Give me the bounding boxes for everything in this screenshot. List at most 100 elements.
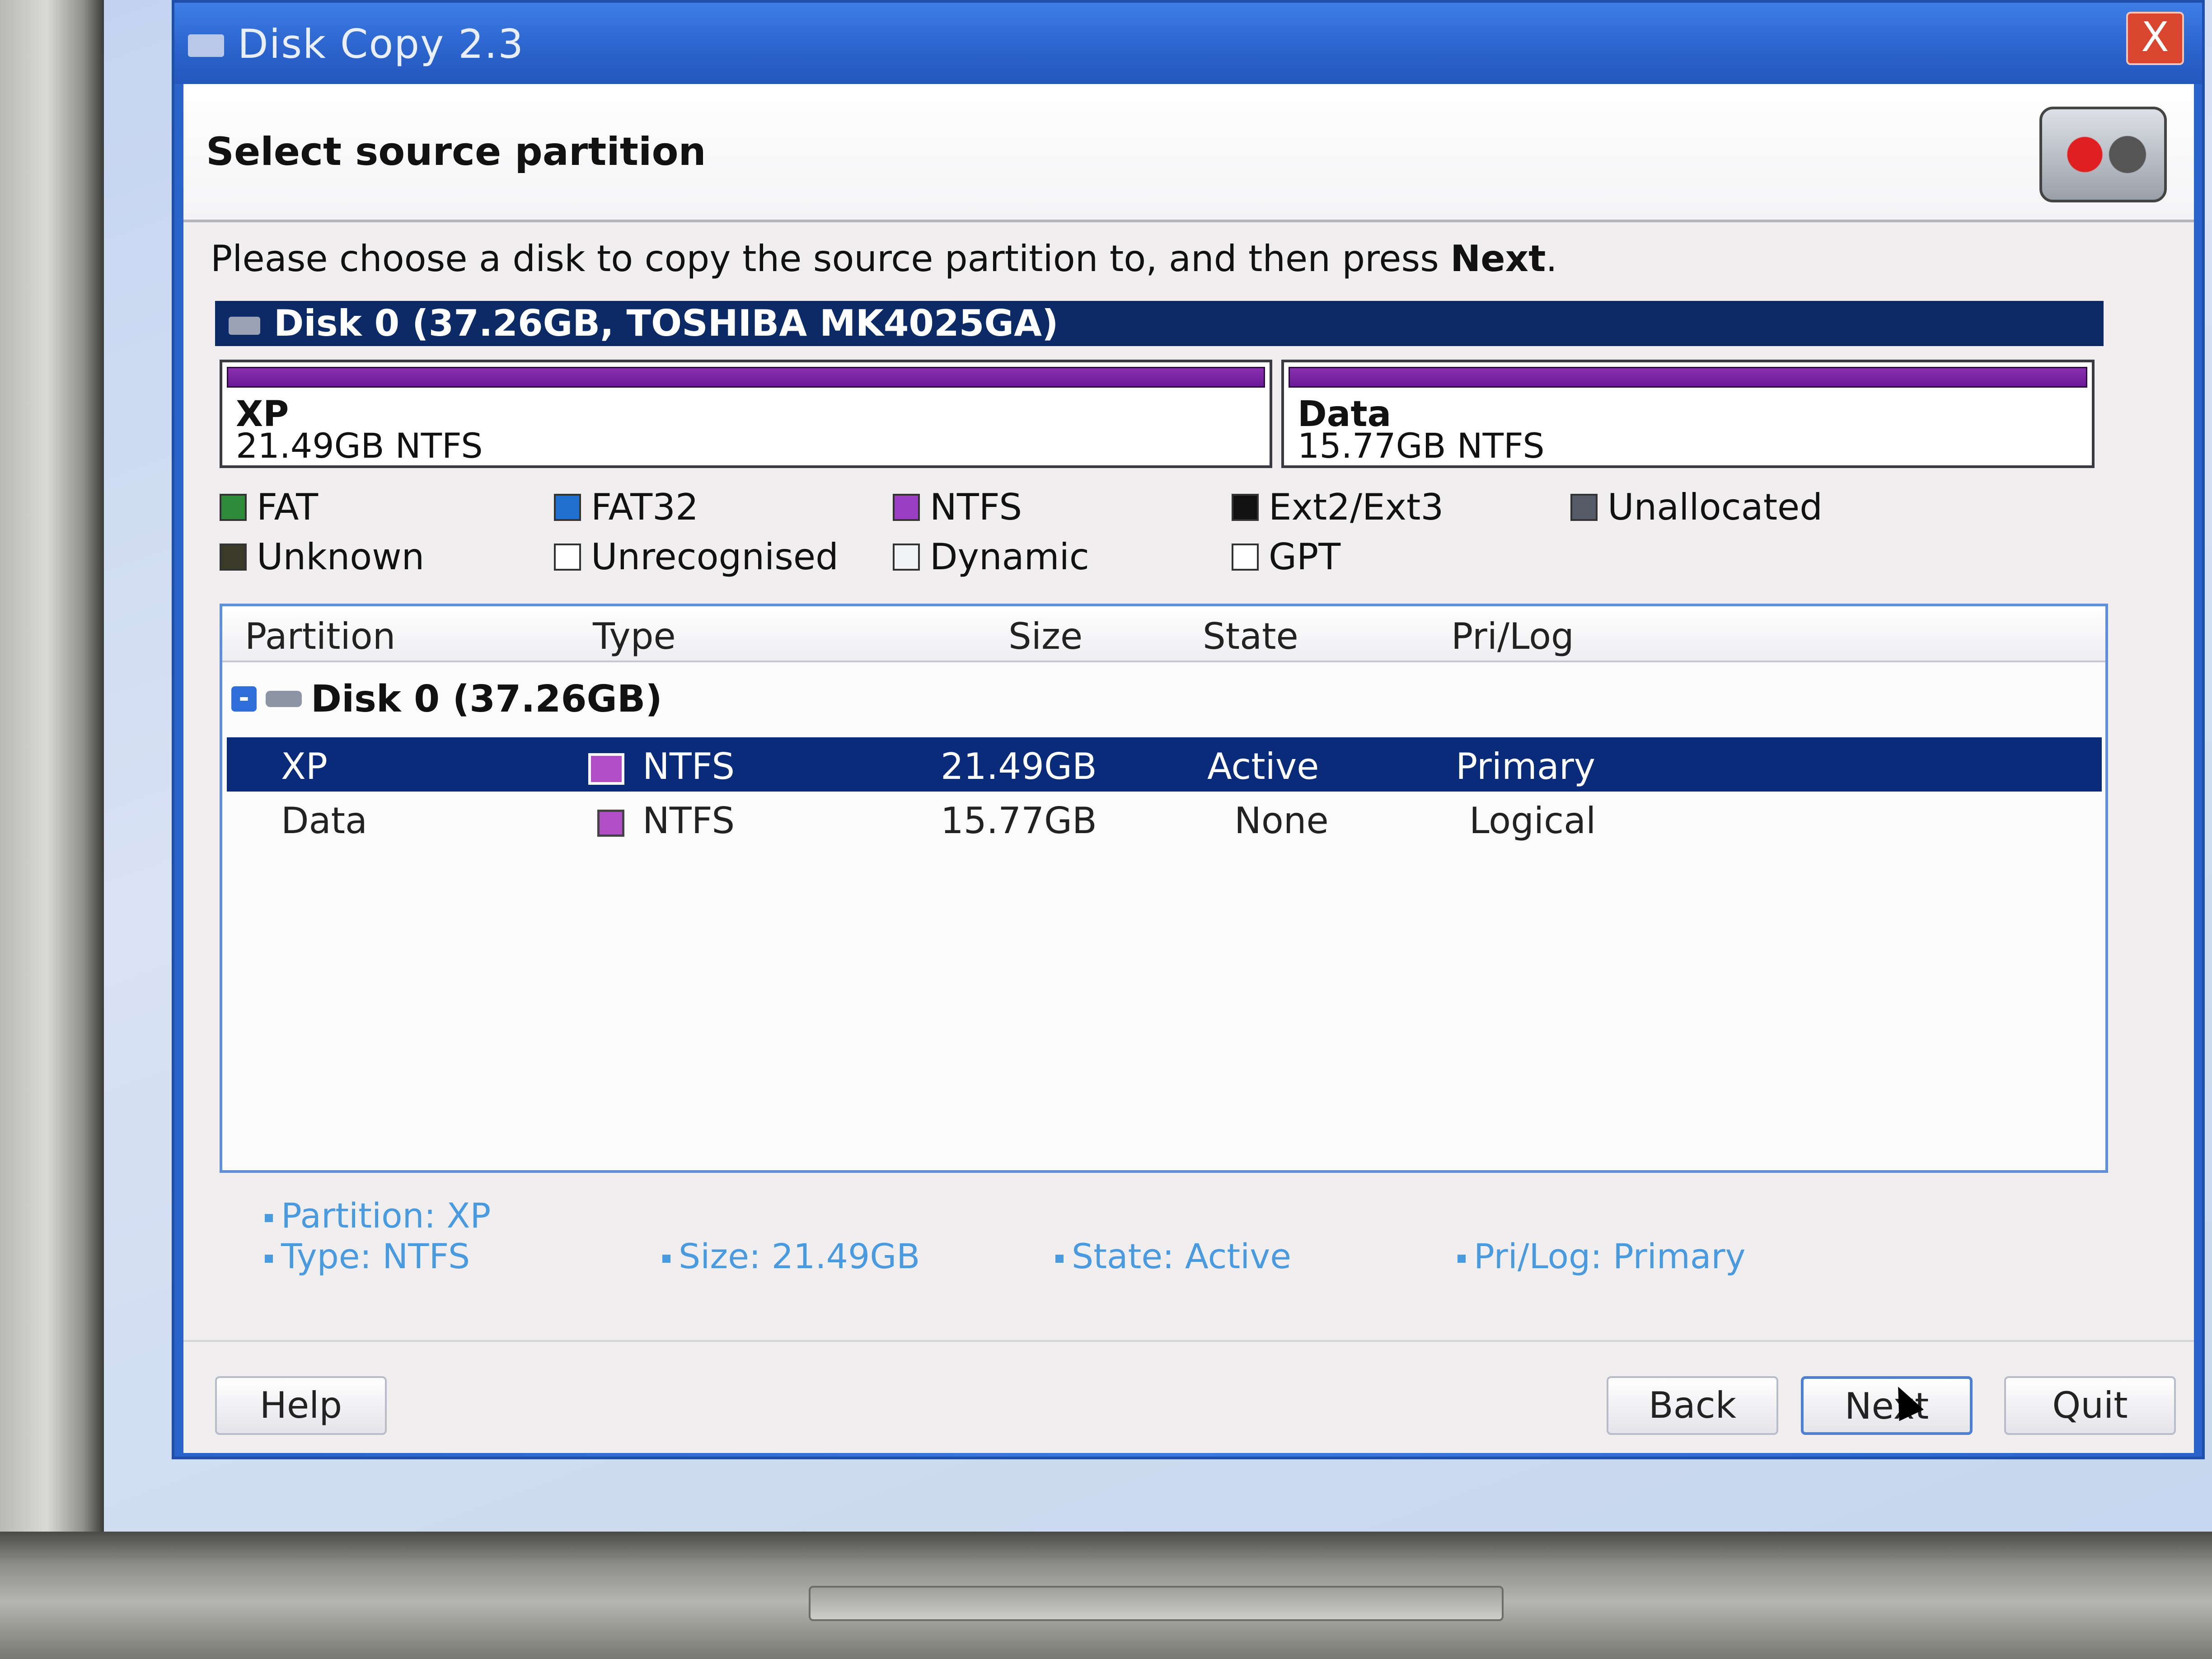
ntfs-swatch-icon — [893, 493, 920, 521]
table-row[interactable]: Data NTFS 15.77GB None Logical — [227, 792, 2102, 846]
legend-unknown: Unknown — [220, 536, 424, 578]
quit-button[interactable]: Quit — [2004, 1376, 2176, 1435]
legend-fat32: FAT32 — [554, 486, 698, 528]
legend-label: Unrecognised — [591, 536, 839, 578]
table-row[interactable]: XP NTFS 21.49GB Active Primary — [227, 737, 2102, 792]
instruction-prefix: Please choose a disk to copy the source … — [211, 238, 1451, 280]
ntfs-swatch-icon — [588, 753, 624, 785]
bullet-icon — [1457, 1255, 1466, 1263]
instruction-text: Please choose a disk to copy the source … — [211, 238, 1557, 280]
cell-size: 15.77GB — [941, 800, 1097, 842]
legend-label: FAT32 — [591, 486, 698, 528]
fat32-swatch-icon — [554, 493, 581, 521]
close-button[interactable]: X — [2126, 12, 2184, 65]
back-button[interactable]: Back — [1607, 1376, 1778, 1435]
column-header-prilog[interactable]: Pri/Log — [1451, 615, 1574, 657]
cell-prilog: Logical — [1469, 800, 1596, 842]
cell-state: Active — [1207, 745, 1319, 787]
gpt-swatch-icon — [1232, 543, 1259, 571]
dialog-content: Select source partition Please choose a … — [183, 84, 2194, 1453]
unknown-swatch-icon — [220, 543, 247, 571]
detail-prilog: Pri/Log: Primary — [1457, 1236, 1746, 1276]
column-header-partition[interactable]: Partition — [245, 615, 395, 657]
disk-label: Disk 0 (37.26GB, TOSHIBA MK4025GA) — [274, 302, 1059, 344]
partition-block-detail: 15.77GB NTFS — [1298, 426, 1545, 466]
detail-state: State: Active — [1055, 1236, 1291, 1276]
cell-type: NTFS — [597, 800, 735, 842]
filesystem-legend: FAT FAT32 NTFS Ext2/Ext3 Unallocated Unk… — [220, 486, 2117, 590]
legend-label: NTFS — [930, 486, 1022, 528]
partition-block-detail: 21.49GB NTFS — [236, 426, 483, 466]
ntfs-stripe — [1289, 367, 2087, 388]
disk-tree-node[interactable]: - Disk 0 (37.26GB) — [231, 674, 2093, 724]
ext-swatch-icon — [1232, 493, 1259, 521]
legend-fat: FAT — [220, 486, 318, 528]
detail-label: Partition: XP — [281, 1195, 491, 1236]
title-bar[interactable]: Disk Copy 2.3 X — [174, 3, 2202, 84]
fat-swatch-icon — [220, 493, 247, 521]
detail-type: Type: NTFS — [265, 1236, 470, 1276]
collapse-icon[interactable]: - — [231, 685, 257, 712]
partition-map: XP 21.49GB NTFS Data 15.77GB NTFS — [220, 360, 2104, 473]
legend-label: Dynamic — [930, 536, 1089, 578]
ntfs-stripe — [227, 367, 1265, 388]
hard-drive-icon — [266, 691, 302, 707]
cell-partition: XP — [281, 745, 328, 787]
laptop-hinge — [809, 1586, 1504, 1621]
legend-label: Unknown — [257, 536, 425, 578]
partition-details: Partition: XP Type: NTFS Size: 21.49GB S… — [265, 1195, 2072, 1286]
column-header-size[interactable]: Size — [1008, 615, 1083, 657]
legend-dynamic: Dynamic — [893, 536, 1089, 578]
app-icon — [188, 34, 224, 57]
detail-label: Pri/Log: Primary — [1474, 1236, 1746, 1276]
cell-type-label: NTFS — [642, 745, 735, 787]
legend-label: FAT — [257, 486, 319, 528]
instruction-bold-word: Next — [1450, 238, 1546, 280]
next-button[interactable]: Next — [1801, 1376, 1973, 1435]
page-title: Select source partition — [206, 129, 706, 174]
header-panel: Select source partition — [183, 84, 2194, 222]
unrecognised-swatch-icon — [554, 543, 581, 571]
column-header-state[interactable]: State — [1203, 615, 1298, 657]
help-button[interactable]: Help — [215, 1376, 387, 1435]
dynamic-swatch-icon — [893, 543, 920, 571]
legend-label: Unallocated — [1607, 486, 1823, 528]
detail-label: Size: 21.49GB — [679, 1236, 920, 1276]
cell-partition: Data — [281, 800, 368, 842]
legend-label: Ext2/Ext3 — [1269, 486, 1444, 528]
bullet-icon — [662, 1255, 670, 1263]
table-header: Partition Type Size State Pri/Log — [222, 606, 2105, 662]
tree-node-label: Disk 0 (37.26GB) — [311, 677, 662, 721]
column-header-type[interactable]: Type — [593, 615, 676, 657]
bullet-icon — [265, 1255, 273, 1263]
partition-block-data[interactable]: Data 15.77GB NTFS — [1281, 360, 2095, 468]
legend-ntfs: NTFS — [893, 486, 1022, 528]
bullet-icon — [1055, 1255, 1064, 1263]
laptop-bezel-left — [0, 0, 104, 1545]
detail-label: State: Active — [1072, 1236, 1292, 1276]
cell-prilog: Primary — [1456, 745, 1596, 787]
unallocated-swatch-icon — [1570, 493, 1598, 521]
legend-label: GPT — [1269, 536, 1341, 578]
cell-size: 21.49GB — [941, 745, 1097, 787]
footer-divider — [183, 1340, 2194, 1342]
cell-state: None — [1234, 800, 1329, 842]
window-title: Disk Copy 2.3 — [238, 21, 525, 67]
cell-type-label: NTFS — [642, 800, 735, 842]
partition-table: Partition Type Size State Pri/Log - Disk… — [220, 604, 2108, 1173]
instruction-suffix: . — [1546, 238, 1557, 280]
cell-type: NTFS — [588, 745, 735, 787]
legend-unrecognised: Unrecognised — [554, 536, 839, 578]
hard-drive-icon — [229, 317, 260, 335]
legend-gpt: GPT — [1232, 536, 1340, 578]
screen: Disk Copy 2.3 X Select source partition … — [104, 0, 2212, 1536]
legend-unallocated: Unallocated — [1570, 486, 1823, 528]
disk-copy-window: Disk Copy 2.3 X Select source partition … — [172, 0, 2205, 1459]
detail-partition: Partition: XP — [265, 1195, 491, 1236]
legend-ext: Ext2/Ext3 — [1232, 486, 1443, 528]
partition-block-xp[interactable]: XP 21.49GB NTFS — [220, 360, 1272, 468]
bullet-icon — [265, 1214, 273, 1222]
disk-header-bar[interactable]: Disk 0 (37.26GB, TOSHIBA MK4025GA) — [215, 301, 2104, 346]
app-logo-icon — [2039, 107, 2167, 202]
detail-size: Size: 21.49GB — [662, 1236, 920, 1276]
